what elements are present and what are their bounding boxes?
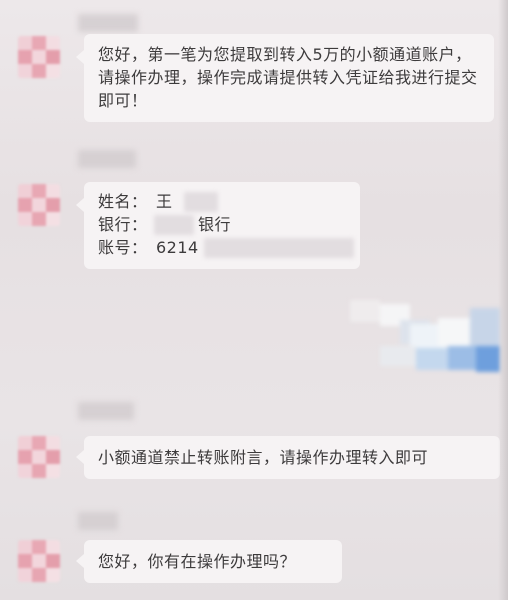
account-name-value: 王	[156, 192, 173, 211]
account-info-bubble[interactable]: 姓名： 王 银行： 银行 账号： 6214	[76, 182, 360, 269]
account-bank-row: 银行： 银行	[98, 213, 348, 236]
account-name-row: 姓名： 王	[98, 190, 348, 213]
chat-screen: 您好，第一笔为您提取到转入5万的小额通道账户，请操作办理，操作完成请提供转入凭证…	[0, 0, 508, 600]
bubble-tail	[76, 50, 84, 64]
screen-edge	[498, 0, 508, 600]
account-number-row: 账号： 6214	[98, 236, 354, 259]
message-text: 您好，你有在操作办理吗？	[98, 552, 297, 571]
redaction-mask	[204, 238, 354, 258]
avatar[interactable]	[18, 184, 60, 226]
bubble-tail	[76, 450, 84, 464]
sender-name-blurred	[78, 14, 138, 32]
message-text: 您好，第一笔为您提取到转入5万的小额通道账户，请操作办理，操作完成请提供转入凭证…	[98, 45, 478, 110]
account-name-label: 姓名：	[98, 192, 148, 211]
bubble-tail	[76, 554, 84, 568]
message-bubble[interactable]: 您好，你有在操作办理吗？	[76, 540, 342, 583]
message-bubble[interactable]: 小额通道禁止转账附言，请操作办理转入即可	[76, 436, 500, 479]
avatar[interactable]	[18, 436, 60, 478]
message-text: 小额通道禁止转账附言，请操作办理转入即可	[98, 448, 429, 467]
message-bubble[interactable]: 您好，第一笔为您提取到转入5万的小额通道账户，请操作办理，操作完成请提供转入凭证…	[76, 34, 494, 122]
account-bank-value: 银行	[198, 215, 232, 234]
avatar[interactable]	[18, 36, 60, 78]
account-number-label: 账号：	[98, 238, 148, 257]
sender-name-blurred	[78, 512, 118, 530]
pixelated-overlay	[350, 290, 500, 386]
account-number-value: 6214	[156, 238, 199, 257]
avatar[interactable]	[18, 540, 60, 582]
bubble-tail	[76, 198, 84, 212]
sender-name-blurred	[78, 150, 136, 168]
redaction-mask	[184, 192, 218, 212]
account-bank-label: 银行：	[98, 215, 148, 234]
sender-name-blurred	[78, 402, 134, 420]
redaction-mask	[154, 215, 194, 235]
